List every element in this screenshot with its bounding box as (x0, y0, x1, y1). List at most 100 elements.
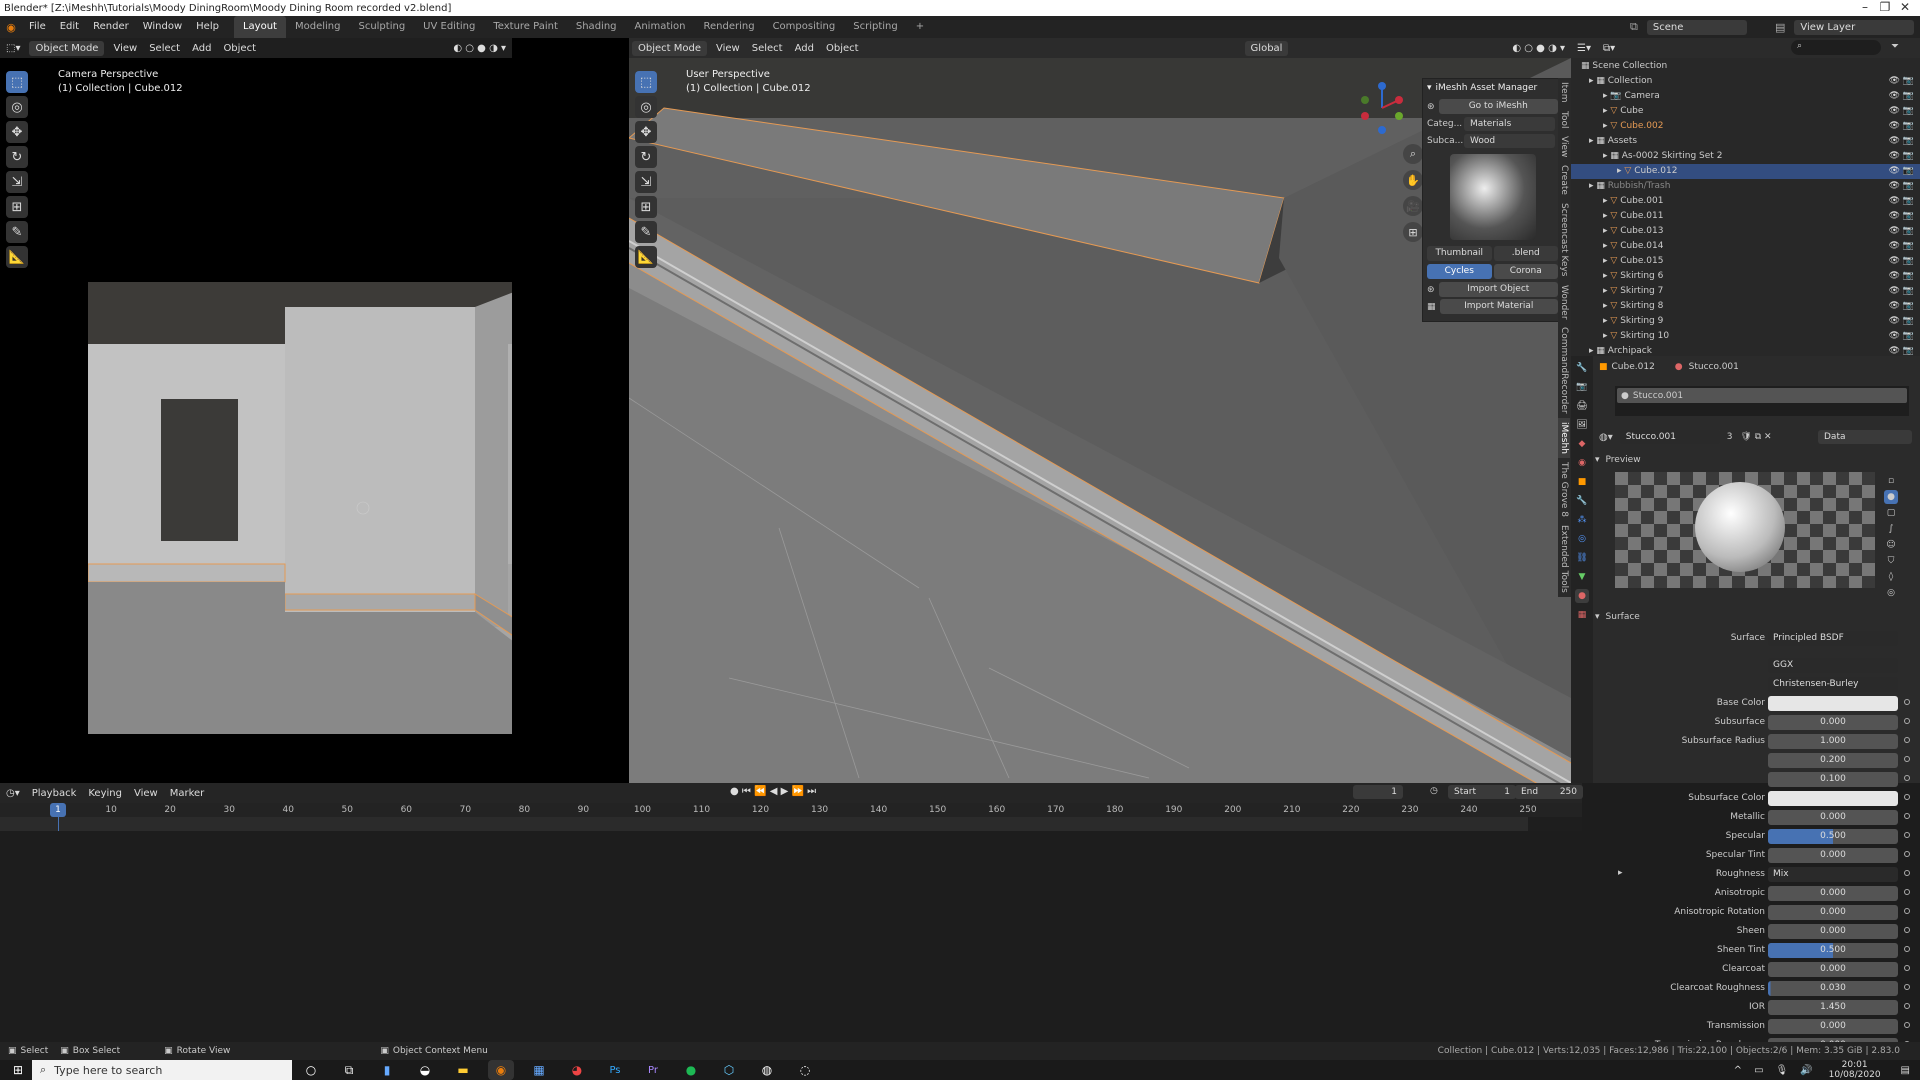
editor-type-icon[interactable]: ⬚▾ (0, 41, 26, 56)
view-menu[interactable]: View (107, 41, 143, 56)
outliner-row[interactable]: ▸ ▽ Cube 👁 📷 (1571, 104, 1920, 119)
outliner-row[interactable]: ▸ ▦ As-0002 Skirting Set 2 👁 📷 (1571, 149, 1920, 164)
visibility-eye-icon[interactable]: 👁 (1889, 194, 1900, 209)
cycles-button[interactable]: Cycles (1427, 264, 1492, 279)
app-icon-1[interactable]: ▮ (374, 1060, 400, 1080)
outliner-row[interactable]: ▸ ▽ Skirting 8 👁 📷 (1571, 299, 1920, 314)
shading-modes-icon[interactable]: ◐ ○ ● ◑ ▾ (1506, 41, 1571, 56)
visibility-eye-icon[interactable]: 👁 (1889, 89, 1900, 104)
orientation-dropdown[interactable]: Global (1244, 40, 1289, 56)
visibility-eye-icon[interactable]: 👁 (1889, 74, 1900, 89)
select-menu[interactable]: Select (143, 41, 186, 56)
render-visibility-icon[interactable]: 📷 (1903, 239, 1914, 254)
world-tab-icon[interactable]: ◉ (1575, 456, 1589, 470)
asset-thumbnail[interactable] (1449, 154, 1536, 240)
outliner-row[interactable]: ▸ ▦ Collection 👁 📷 (1571, 74, 1920, 89)
volume-icon[interactable]: 🔊 (1800, 1065, 1812, 1076)
sidebar-tab-tool[interactable]: Tool (1558, 107, 1570, 132)
app-icon-2[interactable]: ◒ (412, 1060, 438, 1080)
render-visibility-icon[interactable]: 📷 (1903, 194, 1914, 209)
modifier-tab-icon[interactable]: 🔧 (1575, 494, 1589, 508)
workspace-tab-animation[interactable]: Animation (626, 16, 695, 38)
workspace-tab-sculpting[interactable]: Sculpting (349, 16, 414, 38)
render-visibility-icon[interactable]: 📷 (1903, 119, 1914, 134)
sidebar-tab-wonder[interactable]: Wonder (1558, 281, 1570, 324)
rotate-tool-icon[interactable]: ↻ (6, 146, 28, 168)
param-value-field[interactable]: 0.100 (1768, 772, 1898, 787)
preview-fluid-icon[interactable]: ◊ (1884, 570, 1898, 584)
link-dropdown[interactable]: Data (1818, 430, 1912, 444)
visibility-eye-icon[interactable]: 👁 (1889, 149, 1900, 164)
scene-collection-row[interactable]: ▦ Scene Collection (1571, 59, 1920, 74)
filter-icon[interactable]: ⏷ (1891, 41, 1899, 52)
outliner-row[interactable]: ▸ ▽ Cube.002 👁 📷 (1571, 119, 1920, 134)
surface-shader-dropdown[interactable]: Principled BSDF (1768, 631, 1898, 646)
material-tab-icon[interactable]: ● (1575, 589, 1589, 603)
workspace-tab-shading[interactable]: Shading (567, 16, 626, 38)
preview-world-icon[interactable]: ◎ (1884, 586, 1898, 600)
cursor-tool-icon[interactable]: ◎ (6, 96, 28, 118)
cursor-tool-icon[interactable]: ◎ (635, 96, 657, 118)
surface-panel-header[interactable]: ▾ Surface (1595, 609, 1640, 625)
param-value-field[interactable]: 0.000 (1768, 962, 1898, 977)
render-visibility-icon[interactable]: 📷 (1903, 299, 1914, 314)
param-value-field[interactable]: 1.450 (1768, 1000, 1898, 1015)
zoom-icon[interactable]: ⌕ (1403, 144, 1423, 164)
rotate-tool-icon[interactable]: ↻ (635, 146, 657, 168)
visibility-eye-icon[interactable]: 👁 (1889, 239, 1900, 254)
object-mode-dropdown[interactable]: Object Mode (29, 40, 105, 56)
annotate-tool-icon[interactable]: ✎ (6, 221, 28, 243)
param-value-field[interactable]: 0.500 (1768, 943, 1898, 958)
sidebar-tab-extended-tools[interactable]: Extended Tools (1558, 521, 1570, 597)
outliner-row[interactable]: ▸ ▦ Rubbish/Trash 👁 📷 (1571, 179, 1920, 194)
object-menu[interactable]: Object (217, 41, 262, 56)
visibility-eye-icon[interactable]: 👁 (1889, 224, 1900, 239)
node-socket-icon[interactable] (1904, 794, 1910, 800)
task-view-icon[interactable]: ⧉ (336, 1060, 362, 1080)
tool-tab-icon[interactable]: 🔧 (1575, 361, 1589, 375)
tray-expand-icon[interactable]: ^ (1734, 1065, 1742, 1076)
param-value-field[interactable]: 0.000 (1768, 905, 1898, 920)
premiere-icon[interactable]: Pr (640, 1060, 666, 1080)
workspace-tab-compositing[interactable]: Compositing (764, 16, 845, 38)
asset-manager-header[interactable]: ▾ iMeshh Asset Manager (1423, 79, 1562, 96)
transform-tool-icon[interactable]: ⊞ (635, 196, 657, 218)
render-visibility-icon[interactable]: 📷 (1903, 164, 1914, 179)
node-socket-icon[interactable] (1904, 718, 1910, 724)
outliner-row[interactable]: ▸ 📷 Camera 👁 📷 (1571, 89, 1920, 104)
shading-modes-icon[interactable]: ◐ ○ ● ◑ ▾ (447, 41, 512, 56)
param-value-field[interactable]: 0.030 (1768, 981, 1898, 996)
render-visibility-icon[interactable]: 📷 (1903, 74, 1914, 89)
render-visibility-icon[interactable]: 📷 (1903, 149, 1914, 164)
object-tab-icon[interactable]: ■ (1575, 475, 1589, 489)
playback-controls-icon[interactable]: ● ⏮ ⏪ ◀ ▶ ⏩ ⏭ (730, 786, 816, 797)
mic-icon[interactable]: 🎙 (1776, 1065, 1789, 1076)
subcategory-dropdown[interactable]: Wood (1464, 134, 1555, 148)
node-socket-icon[interactable] (1904, 756, 1910, 762)
visibility-eye-icon[interactable]: 👁 (1889, 269, 1900, 284)
param-value-field[interactable]: 0.200 (1768, 753, 1898, 768)
node-socket-icon[interactable] (1904, 984, 1910, 990)
visibility-eye-icon[interactable]: 👁 (1889, 284, 1900, 299)
data-tab-icon[interactable]: ▼ (1575, 570, 1589, 584)
frame-ruler[interactable]: 1102030405060708090100110120130140150160… (0, 803, 1582, 817)
category-dropdown[interactable]: Materials (1464, 117, 1555, 131)
outliner-row[interactable]: ▸ ▽ Skirting 7 👁 📷 (1571, 284, 1920, 299)
param-value-field[interactable] (1768, 696, 1898, 711)
move-tool-icon[interactable]: ✥ (6, 121, 28, 143)
move-tool-icon[interactable]: ✥ (635, 121, 657, 143)
menu-window[interactable]: Window (136, 16, 189, 38)
app-icon-4[interactable]: ◍ (754, 1060, 780, 1080)
outliner-row[interactable]: ▸ ▽ Cube.012 👁 📷 (1571, 164, 1920, 179)
annotate-tool-icon[interactable]: ✎ (635, 221, 657, 243)
param-value-field[interactable]: 0.000 (1768, 1019, 1898, 1034)
transform-tool-icon[interactable]: ⊞ (6, 196, 28, 218)
render-visibility-icon[interactable]: 📷 (1903, 104, 1914, 119)
measure-tool-icon[interactable]: 📐 (635, 246, 657, 268)
view-layer-selector[interactable]: ▤ View Layer (1775, 16, 1917, 38)
import-material-button[interactable]: Import Material (1439, 299, 1558, 314)
node-socket-icon[interactable] (1904, 832, 1910, 838)
visibility-eye-icon[interactable]: 👁 (1889, 134, 1900, 149)
distribution-dropdown[interactable]: GGX (1768, 658, 1898, 673)
blender-taskbar-icon[interactable]: ◉ (488, 1060, 514, 1080)
